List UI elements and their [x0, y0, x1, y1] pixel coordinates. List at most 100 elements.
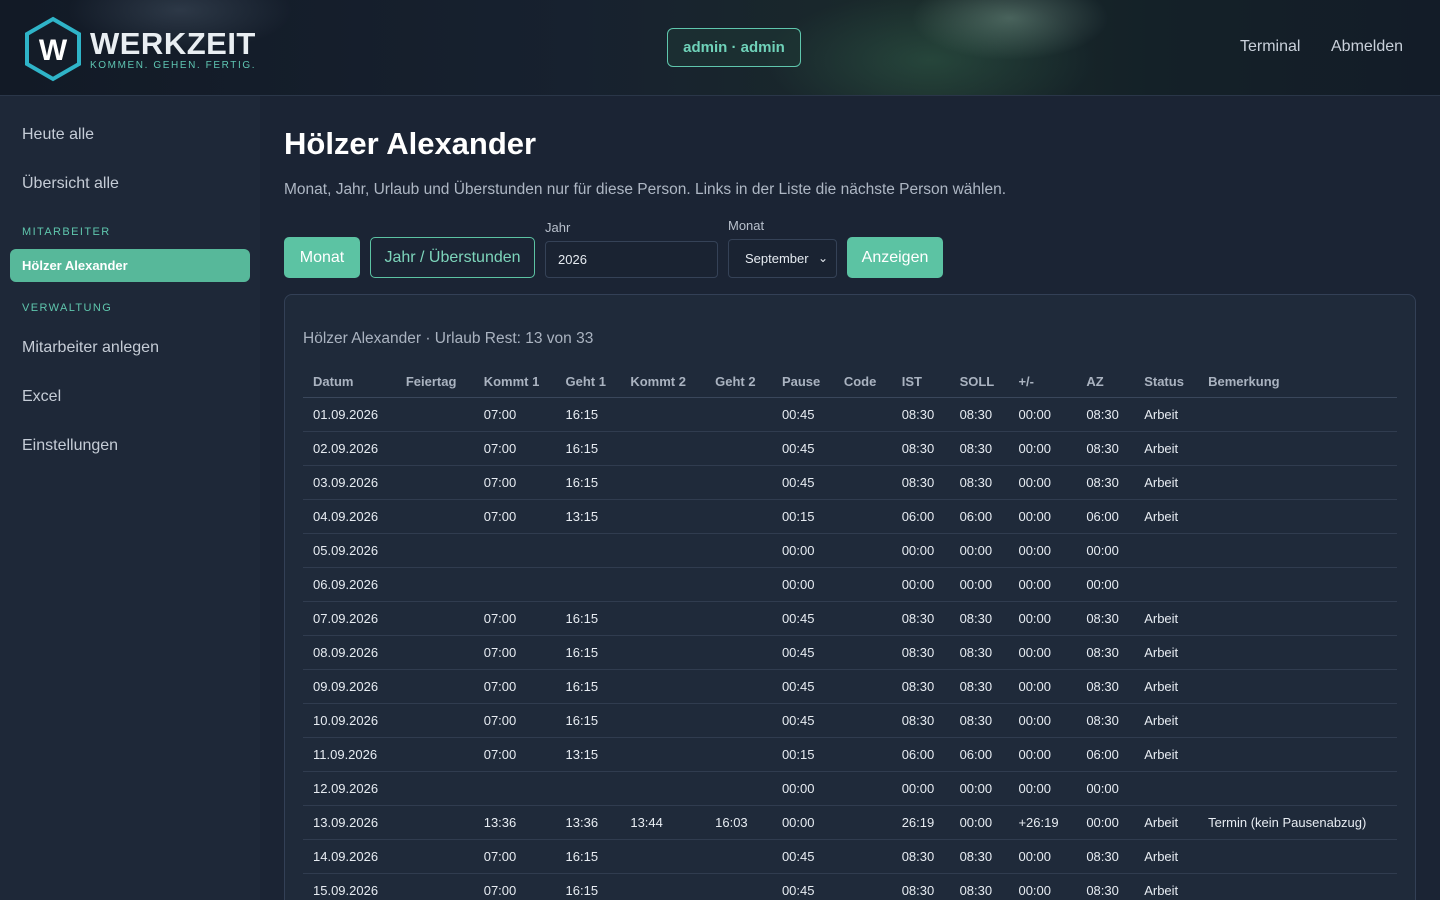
table-row[interactable]: 13.09.2026 13:36 13:36 13:44 16:03 00:00 26:19…: [303, 805, 1397, 840]
sidebar-item-settings[interactable]: Einstellungen: [22, 437, 118, 455]
table-cell: [555, 533, 621, 568]
table-cell: [1198, 703, 1397, 738]
table-row[interactable]: 15.09.2026 07:00 16:15 00:45 08:30 08:30 00:00…: [303, 873, 1397, 900]
table-cell: 00:00: [949, 533, 1009, 568]
table-row[interactable]: 14.09.2026 07:00 16:15 00:45 08:30 08:30 00:00…: [303, 839, 1397, 874]
table-cell: [1198, 669, 1397, 704]
table-cell: Arbeit: [1134, 873, 1199, 900]
sidebar-item-active-employee[interactable]: Hölzer Alexander: [10, 249, 250, 282]
table-cell: 08:30: [1076, 601, 1135, 636]
table-cell: [395, 465, 474, 500]
table-cell: 05.09.2026: [303, 533, 396, 568]
table-cell: 00:00: [771, 567, 834, 602]
table-cell: [833, 567, 892, 602]
table-cell: [1198, 499, 1397, 534]
table-cell: 16:15: [555, 873, 621, 900]
table-cell: 00:00: [1008, 397, 1077, 432]
table-cell: 00:00: [1008, 567, 1077, 602]
column-header: Code: [833, 367, 892, 398]
table-row[interactable]: 01.09.2026 07:00 16:15 00:45 08:30 08:30 00:00…: [303, 397, 1397, 432]
table-row[interactable]: 11.09.2026 07:00 13:15 00:15 06:00 06:00 00:00…: [303, 737, 1397, 772]
month-select[interactable]: September ⌄: [728, 239, 837, 278]
table-cell: Termin (kein Pausenabzug): [1198, 805, 1397, 840]
table-cell: 16:15: [555, 669, 621, 704]
table-cell: [395, 635, 474, 670]
table-cell: 08:30: [949, 873, 1009, 900]
table-cell: [555, 771, 621, 806]
column-header: Geht 2: [705, 367, 772, 398]
table-cell: [1198, 771, 1397, 806]
table-cell: 13.09.2026: [303, 805, 396, 840]
sidebar-item-overview-all[interactable]: Übersicht alle: [22, 175, 119, 193]
table-row[interactable]: 09.09.2026 07:00 16:15 00:45 08:30 08:30 00:00…: [303, 669, 1397, 704]
table-cell: 00:00: [771, 771, 834, 806]
table-cell: 00:00: [1008, 499, 1077, 534]
table-cell: [833, 465, 892, 500]
table-cell: 08:30: [891, 431, 950, 466]
table-cell: [395, 873, 474, 900]
table-row[interactable]: 03.09.2026 07:00 16:15 00:45 08:30 08:30 00:00…: [303, 465, 1397, 500]
top-bar: W WERKZEIT KOMMEN. GEHEN. FERTIG. admin …: [0, 0, 1440, 96]
table-cell: [473, 771, 556, 806]
month-button[interactable]: Monat: [284, 237, 360, 278]
column-header: Pause: [771, 367, 834, 398]
show-button[interactable]: Anzeigen: [847, 237, 943, 278]
table-cell: [833, 839, 892, 874]
sidebar-item-excel[interactable]: Excel: [22, 388, 61, 406]
table-cell: 02.09.2026: [303, 431, 396, 466]
table-cell: 16:15: [555, 465, 621, 500]
table-cell: 00:00: [1076, 533, 1135, 568]
table-cell: [1198, 737, 1397, 772]
user-badge[interactable]: admin · admin: [667, 28, 801, 67]
table-cell: [833, 635, 892, 670]
table-cell: 04.09.2026: [303, 499, 396, 534]
sidebar: Heute alle Übersicht alle MITARBEITER Hö…: [0, 96, 260, 900]
app-logo[interactable]: W WERKZEIT KOMMEN. GEHEN. FERTIG.: [22, 14, 262, 84]
table-cell: 07:00: [473, 431, 556, 466]
table-cell: 00:45: [771, 431, 834, 466]
sidebar-section-admin: VERWALTUNG: [22, 302, 113, 314]
sidebar-item-create-employee[interactable]: Mitarbeiter anlegen: [22, 339, 159, 357]
table-cell: 07:00: [473, 669, 556, 704]
table-cell: 08:30: [1076, 839, 1135, 874]
table-cell: 08:30: [949, 703, 1009, 738]
table-cell: 08:30: [891, 397, 950, 432]
table-cell: [833, 805, 892, 840]
table-row[interactable]: 05.09.2026 00:00 00:00 00:00 00:00 00:00: [303, 533, 1397, 568]
table-row[interactable]: 12.09.2026 00:00 00:00 00:00 00:00 00:00: [303, 771, 1397, 806]
table-cell: [620, 533, 706, 568]
table-cell: 13:36: [555, 805, 621, 840]
table-row[interactable]: 08.09.2026 07:00 16:15 00:45 08:30 08:30 00:00…: [303, 635, 1397, 670]
table-cell: 11.09.2026: [303, 737, 396, 772]
table-cell: [705, 669, 772, 704]
year-overtime-button[interactable]: Jahr / Überstunden: [370, 237, 535, 278]
table-cell: 00:45: [771, 601, 834, 636]
table-cell: 14.09.2026: [303, 839, 396, 874]
table-cell: Arbeit: [1134, 703, 1199, 738]
table-header-row: Datum Feiertag Kommt 1 Geht 1 Kommt 2 Geht 2P…: [303, 367, 1397, 398]
table-row[interactable]: 04.09.2026 07:00 13:15 00:15 06:00 06:00 00:00…: [303, 499, 1397, 534]
nav-logout-link[interactable]: Abmelden: [1331, 38, 1403, 56]
nav-terminal-link[interactable]: Terminal: [1240, 38, 1300, 56]
table-cell: [1198, 533, 1397, 568]
table-row[interactable]: 10.09.2026 07:00 16:15 00:45 08:30 08:30 00:00…: [303, 703, 1397, 738]
table-cell: Arbeit: [1134, 397, 1199, 432]
table-cell: 06:00: [949, 499, 1009, 534]
table-cell: 07:00: [473, 499, 556, 534]
table-cell: 07:00: [473, 703, 556, 738]
table-cell: 08:30: [1076, 465, 1135, 500]
column-header: Bemerkung: [1198, 367, 1397, 398]
year-input[interactable]: 2026: [545, 241, 718, 278]
table-cell: [395, 805, 474, 840]
table-cell: Arbeit: [1134, 805, 1199, 840]
table-cell: 06:00: [1076, 499, 1135, 534]
table-row[interactable]: 02.09.2026 07:00 16:15 00:45 08:30 08:30 00:00…: [303, 431, 1397, 466]
table-row[interactable]: 07.09.2026 07:00 16:15 00:45 08:30 08:30 00:00…: [303, 601, 1397, 636]
table-cell: 15.09.2026: [303, 873, 396, 900]
sidebar-item-today-all[interactable]: Heute alle: [22, 126, 94, 144]
table-row[interactable]: 06.09.2026 00:00 00:00 00:00 00:00 00:00: [303, 567, 1397, 602]
table-cell: 08:30: [1076, 635, 1135, 670]
table-cell: 16:15: [555, 635, 621, 670]
table-cell: 00:00: [1008, 737, 1077, 772]
table-cell: 00:00: [1076, 567, 1135, 602]
